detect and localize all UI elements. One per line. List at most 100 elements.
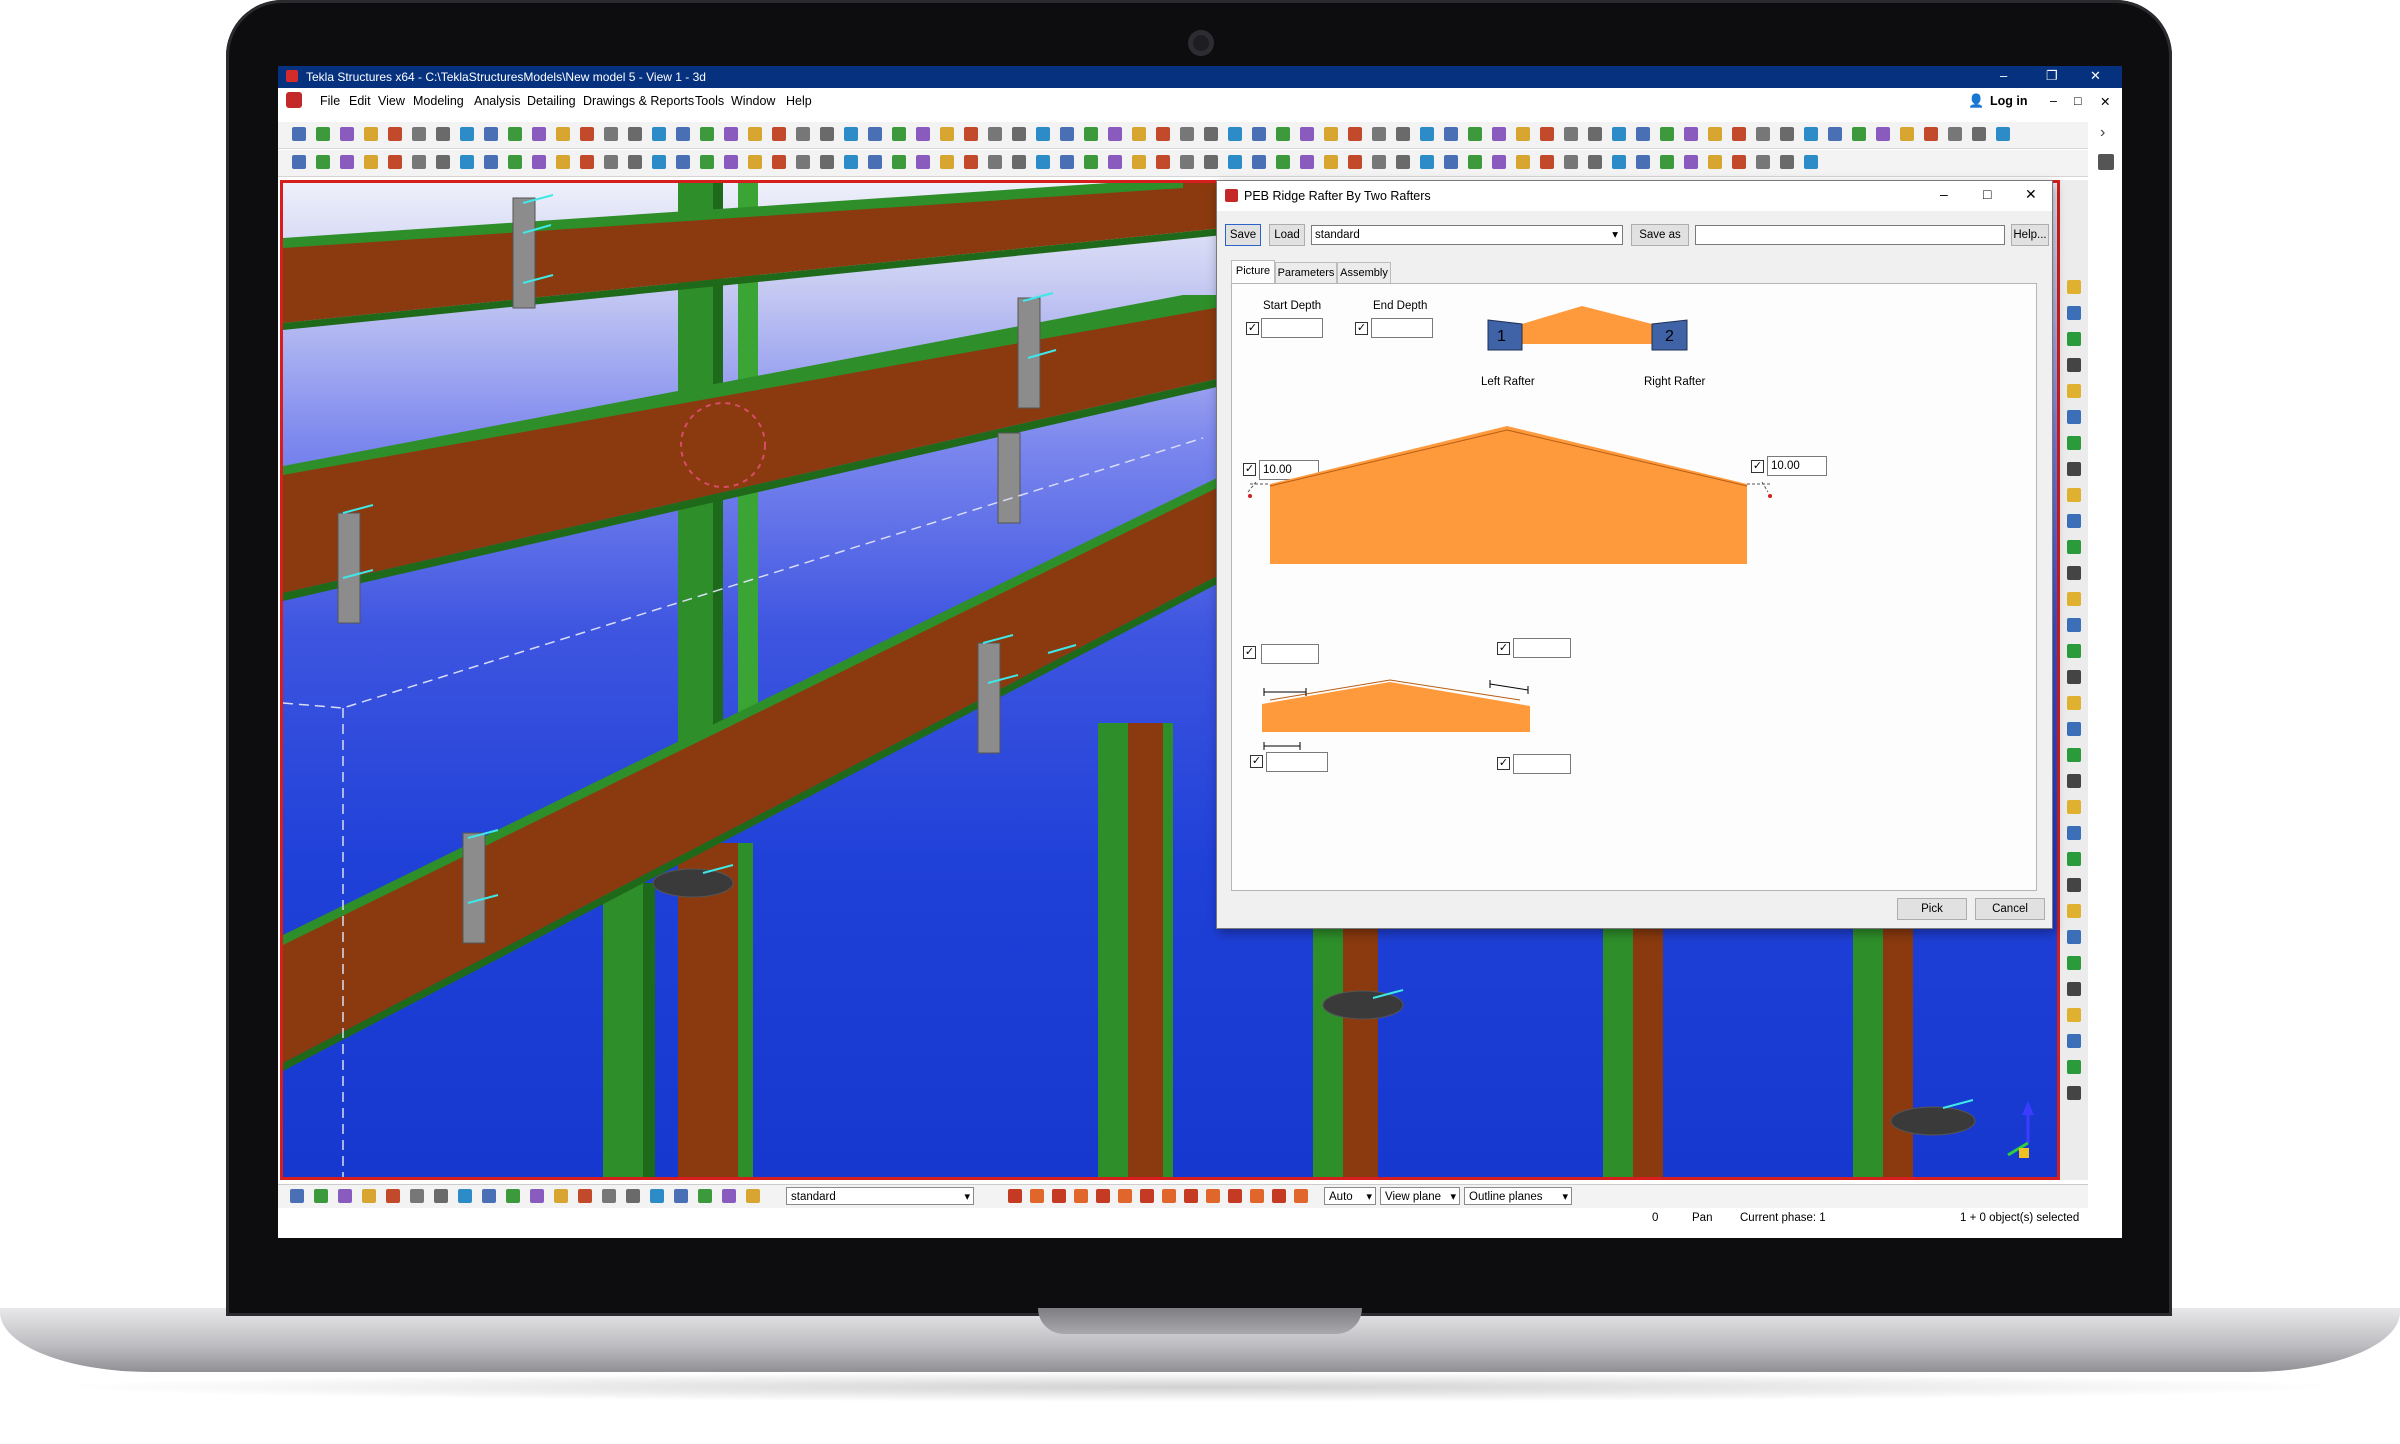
start-depth-checkbox[interactable]: ✓: [1246, 322, 1259, 335]
modeling-tool-icon[interactable]: [2067, 280, 2081, 294]
toolbar-tool-icon[interactable]: [1444, 155, 1458, 169]
expand-ribbon-icon[interactable]: ›: [2100, 124, 2105, 142]
menu-modeling[interactable]: Modeling: [413, 94, 464, 108]
toolbar-tool-icon[interactable]: [676, 127, 690, 141]
toolbar-tool-icon[interactable]: [1324, 127, 1338, 141]
toolbar-tool-icon[interactable]: [1732, 155, 1746, 169]
end-depth-checkbox[interactable]: ✓: [1355, 322, 1368, 335]
snap-mode-select[interactable]: Auto: [1324, 1187, 1376, 1206]
snap-tool-icon[interactable]: [1030, 1189, 1044, 1203]
toolbar-tool-icon[interactable]: [988, 127, 1002, 141]
modeling-tool-icon[interactable]: [2067, 956, 2081, 970]
toolbar-tool-icon[interactable]: [316, 155, 330, 169]
tab-assembly[interactable]: Assembly: [1337, 262, 1391, 284]
toolbar-tool-icon[interactable]: [1660, 155, 1674, 169]
modeling-tool-icon[interactable]: [2067, 644, 2081, 658]
toolbar-tool-icon[interactable]: [892, 155, 906, 169]
snap-tool-icon[interactable]: [1206, 1189, 1220, 1203]
modeling-tool-icon[interactable]: [2067, 800, 2081, 814]
menu-window[interactable]: Window: [731, 94, 775, 108]
pick-button[interactable]: Pick: [1897, 898, 1967, 920]
toolbar-tool-icon[interactable]: [340, 127, 354, 141]
toolbar-tool-icon[interactable]: [1540, 127, 1554, 141]
toolbar-tool-icon[interactable]: [460, 155, 474, 169]
toolbar-tool-icon[interactable]: [1156, 127, 1170, 141]
toolbar-tool-icon[interactable]: [1756, 155, 1770, 169]
toolbar-tool-icon[interactable]: [508, 127, 522, 141]
toolbar-tool-icon[interactable]: [364, 127, 378, 141]
snap-tool-icon[interactable]: [1162, 1189, 1176, 1203]
toolbar-tool-icon[interactable]: [1900, 127, 1914, 141]
toolbar-tool-icon[interactable]: [1684, 127, 1698, 141]
modeling-tool-icon[interactable]: [2067, 384, 2081, 398]
snap-tool-icon[interactable]: [1074, 1189, 1088, 1203]
toolbar-tool-icon[interactable]: [1852, 127, 1866, 141]
toolbar-tool-icon[interactable]: [436, 155, 450, 169]
toolbar-tool-icon[interactable]: [844, 127, 858, 141]
toolbar-tool-icon[interactable]: [746, 1189, 760, 1203]
toolbar-tool-icon[interactable]: [1372, 155, 1386, 169]
bottom-left-top-input[interactable]: [1261, 644, 1319, 664]
toolbar-tool-icon[interactable]: [1492, 155, 1506, 169]
toolbar-tool-icon[interactable]: [364, 155, 378, 169]
dialog-maximize-button[interactable]: □: [1983, 186, 1991, 202]
toolbar-tool-icon[interactable]: [1996, 127, 2010, 141]
toolbar-tool-icon[interactable]: [1012, 155, 1026, 169]
doc-close-button[interactable]: ✕: [2100, 94, 2110, 109]
snap-tool-icon[interactable]: [1118, 1189, 1132, 1203]
bottom-right-top-input[interactable]: [1513, 638, 1571, 658]
save-button[interactable]: Save: [1225, 224, 1261, 246]
attribute-set-select[interactable]: standard ▾: [1311, 225, 1623, 245]
toolbar-tool-icon[interactable]: [458, 1189, 472, 1203]
menu-help[interactable]: Help: [786, 94, 812, 108]
toolbar-tool-icon[interactable]: [1228, 127, 1242, 141]
snap-tool-icon[interactable]: [1272, 1189, 1286, 1203]
toolbar-tool-icon[interactable]: [988, 155, 1002, 169]
toolbar-tool-icon[interactable]: [386, 1189, 400, 1203]
toolbar-tool-icon[interactable]: [628, 155, 642, 169]
toolbar-tool-icon[interactable]: [314, 1189, 328, 1203]
toolbar-tool-icon[interactable]: [674, 1189, 688, 1203]
toolbar-tool-icon[interactable]: [1132, 155, 1146, 169]
toolbar-tool-icon[interactable]: [1036, 155, 1050, 169]
modeling-tool-icon[interactable]: [2067, 514, 2081, 528]
modeling-tool-icon[interactable]: [2067, 436, 2081, 450]
snap-tool-icon[interactable]: [1096, 1189, 1110, 1203]
toolbar-tool-icon[interactable]: [940, 127, 954, 141]
toolbar-tool-icon[interactable]: [1828, 127, 1842, 141]
restore-button[interactable]: ❐: [2046, 68, 2058, 84]
plane-select[interactable]: View plane: [1380, 1187, 1460, 1206]
toolbar-tool-icon[interactable]: [1780, 155, 1794, 169]
toolbar-tool-icon[interactable]: [338, 1189, 352, 1203]
modeling-tool-icon[interactable]: [2067, 930, 2081, 944]
bottom-left-bottom-input[interactable]: [1266, 752, 1328, 772]
toolbar-tool-icon[interactable]: [316, 127, 330, 141]
snap-tool-icon[interactable]: [1140, 1189, 1154, 1203]
toolbar-tool-icon[interactable]: [724, 127, 738, 141]
modeling-tool-icon[interactable]: [2067, 1086, 2081, 1100]
toolbar-tool-icon[interactable]: [650, 1189, 664, 1203]
modeling-tool-icon[interactable]: [2067, 670, 2081, 684]
modeling-tool-icon[interactable]: [2067, 904, 2081, 918]
toolbar-tool-icon[interactable]: [1084, 127, 1098, 141]
toolbar-tool-icon[interactable]: [1636, 155, 1650, 169]
modeling-tool-icon[interactable]: [2067, 696, 2081, 710]
toolbar-tool-icon[interactable]: [1348, 155, 1362, 169]
toolbar-tool-icon[interactable]: [868, 155, 882, 169]
toolbar-tool-icon[interactable]: [1948, 127, 1962, 141]
modeling-tool-icon[interactable]: [2067, 852, 2081, 866]
toolbar-tool-icon[interactable]: [434, 1189, 448, 1203]
minimize-button[interactable]: –: [2000, 68, 2007, 83]
toolbar-tool-icon[interactable]: [362, 1189, 376, 1203]
toolbar-tool-icon[interactable]: [1684, 155, 1698, 169]
login-link[interactable]: Log in: [1990, 94, 2028, 108]
close-button[interactable]: ✕: [2090, 68, 2101, 84]
start-depth-input[interactable]: [1261, 318, 1323, 338]
toolbar-tool-icon[interactable]: [700, 127, 714, 141]
modeling-tool-icon[interactable]: [2067, 462, 2081, 476]
modeling-tool-icon[interactable]: [2067, 332, 2081, 346]
toolbar-tool-icon[interactable]: [412, 155, 426, 169]
bottom-right-top-checkbox[interactable]: ✓: [1497, 642, 1510, 655]
bottom-right-bottom-input[interactable]: [1513, 754, 1571, 774]
toolbar-tool-icon[interactable]: [1204, 127, 1218, 141]
